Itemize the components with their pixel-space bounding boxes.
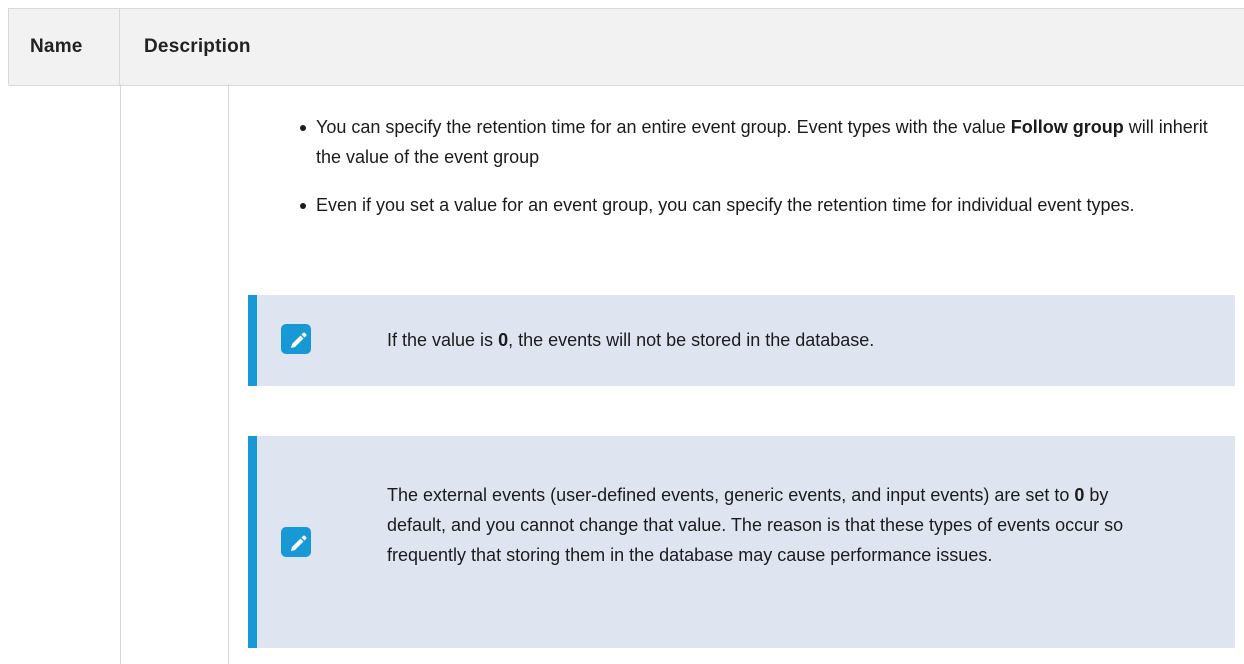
note-box: The external events (user-defined events… [248, 436, 1235, 648]
note-box: If the value is 0, the events will not b… [248, 295, 1235, 386]
name-column-divider [120, 84, 121, 664]
bullet-dot [300, 203, 306, 209]
pencil-note-icon [281, 527, 311, 557]
note-text-before: If the value is [387, 330, 499, 350]
pencil-note-icon [281, 324, 311, 354]
note-text: If the value is 0, the events will not b… [387, 325, 1187, 355]
header-description: Description [144, 36, 251, 57]
bullet-text-bold: Follow group [1010, 117, 1124, 137]
header-name: Name [8, 9, 120, 85]
note-text: The external events (user-defined events… [387, 480, 1132, 570]
bullet-text-before: Even if you set a value for an event gro… [316, 195, 1135, 215]
description-table: Name Description You can specify the ret… [0, 0, 1244, 664]
note-text-bold: 0 [498, 330, 509, 350]
bullet-dot [300, 125, 306, 131]
table-header-row: Name Description [8, 8, 1244, 86]
bullet-list: You can specify the retention time for a… [300, 112, 1230, 238]
list-item: Even if you set a value for an event gro… [300, 190, 1230, 220]
note-text-after: , the events will not be stored in the d… [508, 330, 875, 350]
note-text-bold: 0 [1074, 485, 1085, 505]
bullet-text-before: You can specify the retention time for a… [316, 117, 1011, 137]
table-left-border [8, 8, 9, 84]
note-text-before: The external events (user-defined events… [387, 485, 1075, 505]
description-column-divider [228, 84, 229, 664]
list-item: You can specify the retention time for a… [300, 112, 1230, 172]
